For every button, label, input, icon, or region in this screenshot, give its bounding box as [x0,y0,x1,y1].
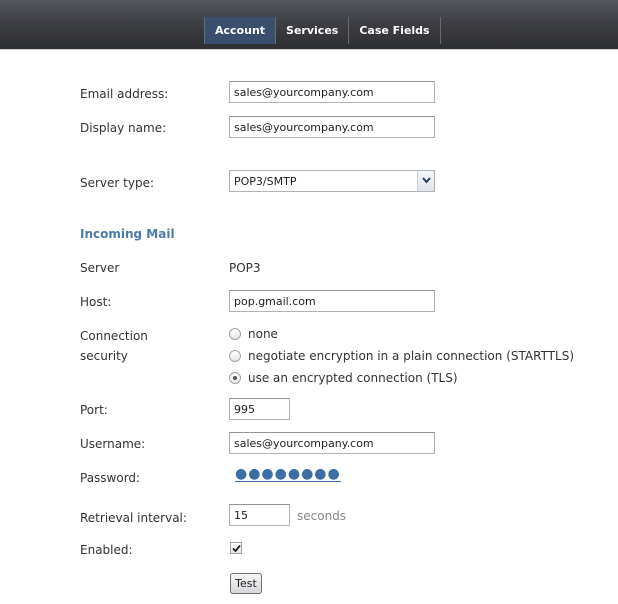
username-label: Username: [80,437,146,451]
enabled-label: Enabled: [80,543,133,557]
checkmark-icon [232,544,241,553]
security-option-tls[interactable]: use an encrypted connection (TLS) [229,371,458,385]
security-label-line2: security [80,349,128,363]
test-button[interactable]: Test [230,573,262,594]
interval-unit: seconds [297,509,347,523]
radio-button[interactable] [229,350,241,362]
radio-label: none [248,327,278,341]
radio-label: use an encrypted connection (TLS) [248,371,458,385]
radio-label: negotiate encryption in a plain connecti… [248,349,574,363]
host-field[interactable] [229,290,435,312]
email-field[interactable] [229,81,435,103]
enabled-checkbox[interactable] [230,542,242,554]
email-label: Email address: [80,87,169,101]
security-label: Connection [80,329,148,343]
radio-button[interactable] [229,328,241,340]
username-field[interactable] [229,432,435,454]
tab-services[interactable]: Services [275,17,348,44]
server-type-select[interactable]: POP3/SMTP [229,170,435,192]
security-option-starttls[interactable]: negotiate encryption in a plain connecti… [229,349,574,363]
tab-case-fields[interactable]: Case Fields [348,17,441,44]
server-type-label: Server type: [80,176,155,190]
server-value: POP3 [229,261,261,275]
password-label: Password: [80,471,141,485]
display-name-label: Display name: [80,121,167,135]
tab-strip: Account Services Case Fields [204,17,441,44]
chevron-down-icon [422,177,431,184]
tab-account[interactable]: Account [204,17,276,44]
server-type-value: POP3/SMTP [234,175,297,188]
port-label: Port: [80,403,108,417]
dropdown-button[interactable] [417,171,434,191]
port-field[interactable] [229,398,290,420]
retrieval-interval-field[interactable] [229,504,290,526]
host-label: Host: [80,295,112,309]
password-change-link[interactable]: ●●●●●●●● [235,467,341,482]
security-option-none[interactable]: none [229,327,278,341]
incoming-mail-heading: Incoming Mail [80,227,175,241]
server-label: Server [80,261,120,275]
retrieval-interval-label: Retrieval interval: [80,511,187,525]
display-name-field[interactable] [229,116,435,138]
top-navigation-bar: Account Services Case Fields [0,0,618,50]
radio-button-selected[interactable] [229,372,241,384]
